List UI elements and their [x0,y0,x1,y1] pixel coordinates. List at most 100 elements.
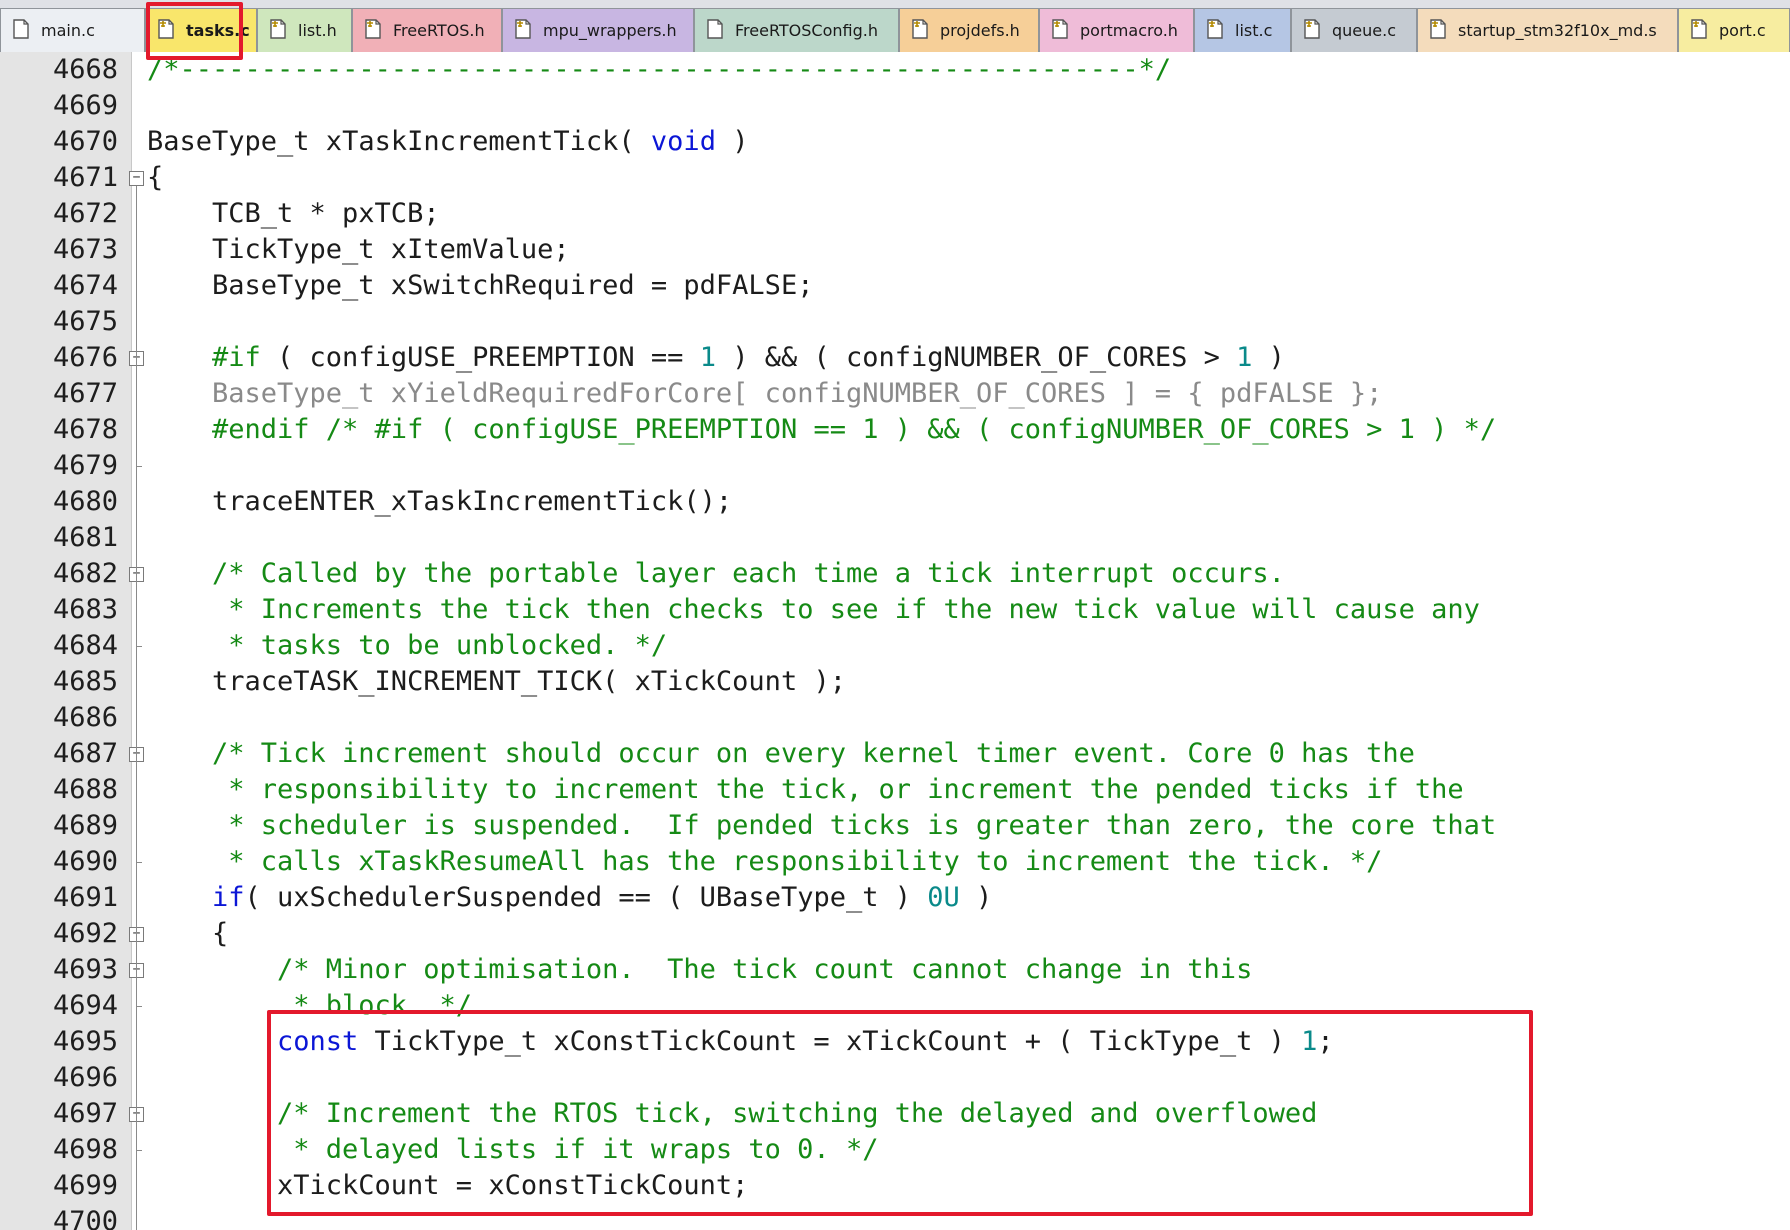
file-icon [705,18,735,44]
tab-label: port.c [1719,21,1766,40]
code-token: TickType_t xConstTickCount = xTickCount … [358,1026,1302,1057]
code-token: 1 [1301,1026,1318,1057]
code-token: /* Increment the RTOS tick, switching th… [277,1098,1318,1129]
code-token: * Increments the tick then checks to see… [212,594,1480,625]
line-number: 4696 [52,1062,118,1093]
code-line: /* Minor optimisation. The tick count ca… [277,952,1252,988]
line-number: 4679 [52,450,118,481]
fold-guide-line [136,942,137,1230]
code-token: if [212,882,245,913]
code-line: /*--------------------------------------… [147,52,1171,88]
code-line: /* Increment the RTOS tick, switching th… [277,1096,1317,1132]
tab-label: list.h [298,21,337,40]
code-token: const [277,1026,359,1057]
code-line: /* Called by the portable layer each tim… [212,556,1285,592]
line-number: 4672 [52,198,118,229]
line-number: 4682 [52,558,118,589]
line-number: 4686 [52,702,118,733]
keyed-file-icon [1205,18,1235,44]
code-token: ( uxSchedulerSuspended == ( UBaseType_t … [244,882,928,913]
code-line: TickType_t xItemValue; [212,232,570,268]
code-line: * scheduler is suspended. If pended tick… [212,808,1496,844]
code-token: 0U [927,882,960,913]
line-number: 4688 [52,774,118,805]
keyed-file-icon [363,18,393,44]
code-token: /* Tick increment should occur on every … [212,738,1415,769]
line-number: 4690 [52,846,118,877]
code-line: if( uxSchedulerSuspended == ( UBaseType_… [212,880,992,916]
code-line: * tasks to be unblocked. */ [212,628,667,664]
code-token: void [650,126,716,157]
code-line: { [147,160,163,196]
line-number: 4689 [52,810,118,841]
code-token: BaseType_t xTaskIncrementTick( [147,126,651,157]
tab-label: main.c [41,21,95,40]
code-line: #if ( configUSE_PREEMPTION == 1 ) && ( c… [212,340,1285,376]
tab-label: mpu_wrappers.h [543,21,677,40]
code-line: TCB_t * pxTCB; [212,196,440,232]
tab-projdefs-h[interactable]: projdefs.h [899,8,1039,52]
line-number: 4674 [52,270,118,301]
tab-port-c[interactable]: port.c [1678,8,1790,52]
tab-queue-c[interactable]: queue.c [1291,8,1417,52]
tab-label: projdefs.h [940,21,1020,40]
keyed-file-icon [1302,18,1332,44]
line-number: 4698 [52,1134,118,1165]
tab-list-h[interactable]: list.h [257,8,352,52]
line-number: 4692 [52,918,118,949]
tab-list-c[interactable]: list.c [1194,8,1291,52]
editor-tab-bar: main.c tasks.c list.h FreeRTOS.h mpu_wrapper… [0,0,1790,52]
keyed-file-icon [268,18,298,44]
line-number: 4700 [52,1206,118,1230]
keyed-file-icon [1689,18,1719,44]
line-number: 4668 [52,54,118,85]
code-token: ) [1252,342,1285,373]
code-token: 1 [699,342,716,373]
code-token: /* Called by the portable layer each tim… [212,558,1285,589]
line-number: 4683 [52,594,118,625]
tab-main-c[interactable]: main.c [0,8,145,52]
code-token: xTickCount = xConstTickCount; [277,1170,749,1201]
line-number: 4694 [52,990,118,1021]
code-line: { [212,916,228,952]
tab-label: portmacro.h [1080,21,1178,40]
line-number: 4685 [52,666,118,697]
line-number: 4676 [52,342,118,373]
tab-freertos-h[interactable]: FreeRTOS.h [352,8,502,52]
tab-freertosconfig-h[interactable]: FreeRTOSConfig.h [694,8,899,52]
line-number: 4699 [52,1170,118,1201]
tab-tasks-c[interactable]: tasks.c [145,8,257,52]
code-token: traceENTER_xTaskIncrementTick(); [212,486,733,517]
line-number: 4680 [52,486,118,517]
tab-mpu-wrappers-h[interactable]: mpu_wrappers.h [502,8,694,52]
keyed-file-icon [910,18,940,44]
keyed-file-icon [156,18,186,44]
code-line: const TickType_t xConstTickCount = xTick… [277,1024,1334,1060]
line-number: 4693 [52,954,118,985]
code-token: #if [212,342,261,373]
code-token: TickType_t xItemValue; [212,234,570,265]
tab-label: FreeRTOSConfig.h [735,21,878,40]
code-line: BaseType_t xTaskIncrementTick( void ) [147,124,748,160]
tab-label: queue.c [1332,21,1397,40]
line-number: 4684 [52,630,118,661]
line-number: 4678 [52,414,118,445]
line-number: 4697 [52,1098,118,1129]
tab-label: list.c [1235,21,1273,40]
line-number: 4669 [52,90,118,121]
line-number: 4670 [52,126,118,157]
tab-startup-stm32f10x-md-s[interactable]: startup_stm32f10x_md.s [1417,8,1678,52]
line-number: 4695 [52,1026,118,1057]
fold-toggle-icon[interactable]: − [129,171,144,186]
code-token: * delayed lists if it wraps to 0. */ [277,1134,879,1165]
tab-portmacro-h[interactable]: portmacro.h [1039,8,1194,52]
c-file-icon [11,18,41,44]
keyed-file-icon [513,18,543,44]
code-token: ( configUSE_PREEMPTION == [260,342,700,373]
code-token: * scheduler is suspended. If pended tick… [212,810,1497,841]
code-line: * calls xTaskResumeAll has the responsib… [212,844,1382,880]
line-number: 4687 [52,738,118,769]
code-line: traceENTER_xTaskIncrementTick(); [212,484,732,520]
code-token: { [212,918,229,949]
code-token: BaseType_t xYieldRequiredForCore[ config… [212,378,1383,409]
